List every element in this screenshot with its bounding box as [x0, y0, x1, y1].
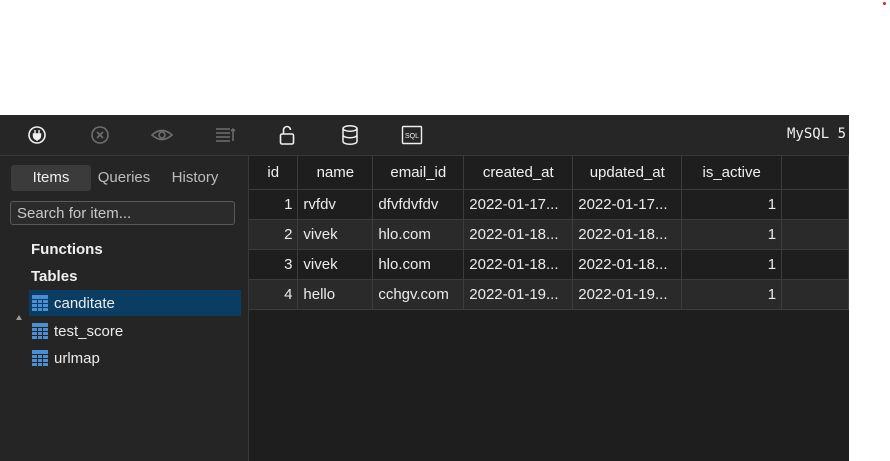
tab-items[interactable]: Items	[11, 165, 91, 191]
table-item-label: test_score	[54, 322, 124, 340]
cell-is-active[interactable]: 1	[681, 279, 783, 310]
table-icon	[32, 323, 48, 339]
cell-email-id[interactable]: hlo.com	[372, 219, 465, 250]
tree-group-tables[interactable]: Tables	[31, 268, 77, 285]
table-item-label: urlmap	[54, 349, 100, 367]
table-item-canditate[interactable]: canditate	[29, 290, 241, 316]
close-circle-icon	[91, 126, 109, 144]
cell-updated-at[interactable]: 2022-01-17...	[572, 189, 683, 220]
cell-name[interactable]: vivek	[297, 219, 374, 250]
column-header-updated-at[interactable]: updated_at	[572, 156, 683, 190]
app-window: SQL MySQL 5. Items Queries History Funct…	[0, 115, 849, 461]
connect-icon	[28, 126, 46, 144]
cell-is-active[interactable]: 1	[681, 189, 783, 220]
table-row[interactable]: 1 rvfdv dfvfdvfdv 2022-01-17... 2022-01-…	[249, 189, 849, 220]
database-icon	[342, 124, 358, 146]
cell-id[interactable]: 1	[249, 189, 299, 220]
tab-history[interactable]: History	[161, 165, 229, 191]
sql-icon-label: SQL	[405, 133, 419, 140]
connection-label: MySQL 5.	[787, 126, 849, 142]
cell-id[interactable]: 3	[249, 249, 299, 280]
data-grid: id name email_id created_at updated_at i…	[249, 156, 849, 461]
notification-dot	[883, 2, 886, 5]
cell-created-at[interactable]: 2022-01-19...	[463, 279, 574, 310]
cell-is-active[interactable]: 1	[681, 249, 783, 280]
column-header-is-active[interactable]: is_active	[681, 156, 783, 190]
cell-spacer	[781, 189, 849, 220]
table-item-urlmap[interactable]: urlmap	[29, 345, 241, 371]
sql-icon: SQL	[401, 125, 423, 145]
format-button[interactable]	[212, 122, 238, 148]
preview-button[interactable]	[149, 122, 175, 148]
table-row[interactable]: 4 hello cchgv.com 2022-01-19... 2022-01-…	[249, 279, 849, 310]
cell-email-id[interactable]: cchgv.com	[372, 279, 465, 310]
tab-queries[interactable]: Queries	[91, 165, 157, 191]
sidebar-tabs: Items Queries History	[11, 165, 237, 191]
cell-updated-at[interactable]: 2022-01-18...	[572, 249, 683, 280]
table-icon	[32, 350, 48, 366]
table-icon	[32, 295, 48, 311]
cell-updated-at[interactable]: 2022-01-19...	[572, 279, 683, 310]
cell-name[interactable]: hello	[297, 279, 374, 310]
sql-button[interactable]: SQL	[399, 122, 425, 148]
tree-group-functions[interactable]: Functions	[31, 241, 103, 258]
cell-id[interactable]: 4	[249, 279, 299, 310]
cell-id[interactable]: 2	[249, 219, 299, 250]
cell-created-at[interactable]: 2022-01-17...	[463, 189, 574, 220]
connect-button[interactable]	[24, 122, 50, 148]
unlock-icon	[279, 125, 295, 145]
disconnect-button[interactable]	[87, 122, 113, 148]
toolbar: SQL MySQL 5.	[0, 115, 849, 156]
cell-spacer	[781, 279, 849, 310]
sort-lines-icon	[216, 127, 236, 142]
table-row[interactable]: 2 vivek hlo.com 2022-01-18... 2022-01-18…	[249, 219, 849, 250]
lock-button[interactable]	[274, 122, 300, 148]
cell-email-id[interactable]: dfvfdvfdv	[372, 189, 465, 220]
table-row[interactable]: 3 vivek hlo.com 2022-01-18... 2022-01-18…	[249, 249, 849, 280]
column-header-id[interactable]: id	[249, 156, 299, 190]
column-header-spacer	[781, 156, 849, 190]
column-header-created-at[interactable]: created_at	[463, 156, 574, 190]
table-item-test-score[interactable]: test_score	[29, 318, 241, 344]
table-item-label: canditate	[54, 294, 115, 312]
sidebar: Items Queries History Functions Tables c…	[0, 156, 249, 461]
column-header-name[interactable]: name	[297, 156, 374, 190]
cell-name[interactable]: rvfdv	[297, 189, 374, 220]
column-header-email-id[interactable]: email_id	[372, 156, 465, 190]
search-input[interactable]	[10, 201, 235, 225]
cell-is-active[interactable]: 1	[681, 219, 783, 250]
cell-email-id[interactable]: hlo.com	[372, 249, 465, 280]
cell-spacer	[781, 219, 849, 250]
cell-spacer	[781, 249, 849, 280]
cell-name[interactable]: vivek	[297, 249, 374, 280]
cell-created-at[interactable]: 2022-01-18...	[463, 219, 574, 250]
results-table: id name email_id created_at updated_at i…	[249, 156, 849, 310]
cell-created-at[interactable]: 2022-01-18...	[463, 249, 574, 280]
eye-icon	[150, 129, 174, 141]
caret-expanded-icon[interactable]	[16, 315, 22, 320]
header-row: id name email_id created_at updated_at i…	[249, 156, 849, 190]
cell-updated-at[interactable]: 2022-01-18...	[572, 219, 683, 250]
database-button[interactable]	[337, 122, 363, 148]
